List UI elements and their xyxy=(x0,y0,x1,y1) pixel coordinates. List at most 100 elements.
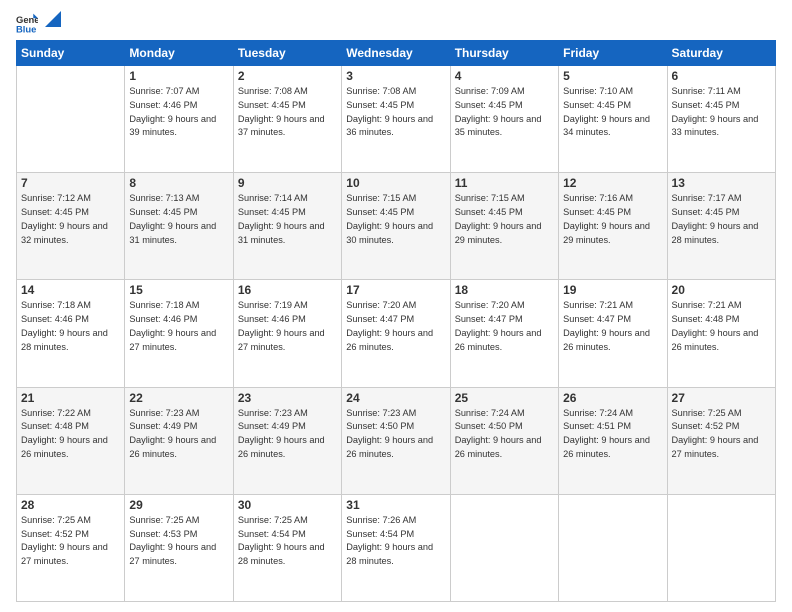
day-number: 8 xyxy=(129,176,228,190)
calendar-week-row: 28 Sunrise: 7:25 AMSunset: 4:52 PMDayligh… xyxy=(17,494,776,601)
calendar-header-sunday: Sunday xyxy=(17,41,125,66)
calendar-header-thursday: Thursday xyxy=(450,41,558,66)
day-info: Sunrise: 7:07 AMSunset: 4:46 PMDaylight:… xyxy=(129,85,228,140)
day-number: 20 xyxy=(672,283,771,297)
page: General Blue SundayMondayTuesdayWednesda… xyxy=(0,0,792,612)
day-number: 26 xyxy=(563,391,662,405)
day-number: 17 xyxy=(346,283,445,297)
calendar-cell: 8Sunrise: 7:13 AMSunset: 4:45 PMDaylight… xyxy=(125,173,233,280)
calendar-cell: 29Sunrise: 7:25 AMSunset: 4:53 PMDayligh… xyxy=(125,494,233,601)
day-info: Sunrise: 7:15 AMSunset: 4:45 PMDaylight:… xyxy=(346,192,445,247)
day-number: 27 xyxy=(672,391,771,405)
day-number: 12 xyxy=(563,176,662,190)
calendar-cell: 1 Sunrise: 7:07 AMSunset: 4:46 PMDaylight… xyxy=(125,66,233,173)
calendar-cell: 7 Sunrise: 7:12 AMSunset: 4:45 PMDaylight… xyxy=(17,173,125,280)
day-number: 28 xyxy=(21,498,120,512)
day-number: 11 xyxy=(455,176,554,190)
day-info: Sunrise: 7:18 AMSunset: 4:46 PMDaylight:… xyxy=(21,299,120,354)
calendar-cell: 24 Sunrise: 7:23 AMSunset: 4:50 PMDayligh… xyxy=(342,387,450,494)
logo: General Blue xyxy=(16,12,61,34)
calendar-cell: 11 Sunrise: 7:15 AMSunset: 4:45 PMDayligh… xyxy=(450,173,558,280)
calendar-cell: 20 Sunrise: 7:21 AMSunset: 4:48 PMDayligh… xyxy=(667,280,775,387)
day-number: 19 xyxy=(563,283,662,297)
day-info: Sunrise: 7:11 AMSunset: 4:45 PMDaylight:… xyxy=(672,85,771,140)
calendar-cell: 9 Sunrise: 7:14 AMSunset: 4:45 PMDaylight… xyxy=(233,173,341,280)
day-info: Sunrise: 7:25 AMSunset: 4:53 PMDaylight:… xyxy=(129,514,228,569)
calendar-cell xyxy=(450,494,558,601)
day-info: Sunrise: 7:20 AMSunset: 4:47 PMDaylight:… xyxy=(346,299,445,354)
day-number: 2 xyxy=(238,69,337,83)
calendar-week-row: 14 Sunrise: 7:18 AMSunset: 4:46 PMDayligh… xyxy=(17,280,776,387)
day-info: Sunrise: 7:08 AMSunset: 4:45 PMDaylight:… xyxy=(346,85,445,140)
day-info: Sunrise: 7:18 AMSunset: 4:46 PMDaylight:… xyxy=(129,299,228,354)
calendar-cell: 22Sunrise: 7:23 AMSunset: 4:49 PMDayligh… xyxy=(125,387,233,494)
day-info: Sunrise: 7:24 AMSunset: 4:50 PMDaylight:… xyxy=(455,407,554,462)
calendar-table: SundayMondayTuesdayWednesdayThursdayFrid… xyxy=(16,40,776,602)
day-info: Sunrise: 7:10 AMSunset: 4:45 PMDaylight:… xyxy=(563,85,662,140)
header: General Blue xyxy=(16,12,776,34)
calendar-cell: 4 Sunrise: 7:09 AMSunset: 4:45 PMDaylight… xyxy=(450,66,558,173)
day-number: 23 xyxy=(238,391,337,405)
calendar-cell: 18 Sunrise: 7:20 AMSunset: 4:47 PMDayligh… xyxy=(450,280,558,387)
day-info: Sunrise: 7:17 AMSunset: 4:45 PMDaylight:… xyxy=(672,192,771,247)
day-info: Sunrise: 7:25 AMSunset: 4:54 PMDaylight:… xyxy=(238,514,337,569)
day-number: 18 xyxy=(455,283,554,297)
calendar-cell: 21 Sunrise: 7:22 AMSunset: 4:48 PMDayligh… xyxy=(17,387,125,494)
day-info: Sunrise: 7:19 AMSunset: 4:46 PMDaylight:… xyxy=(238,299,337,354)
day-info: Sunrise: 7:21 AMSunset: 4:48 PMDaylight:… xyxy=(672,299,771,354)
calendar-cell: 16 Sunrise: 7:19 AMSunset: 4:46 PMDayligh… xyxy=(233,280,341,387)
calendar-cell: 12Sunrise: 7:16 AMSunset: 4:45 PMDayligh… xyxy=(559,173,667,280)
day-number: 24 xyxy=(346,391,445,405)
day-info: Sunrise: 7:15 AMSunset: 4:45 PMDaylight:… xyxy=(455,192,554,247)
calendar-cell: 13 Sunrise: 7:17 AMSunset: 4:45 PMDayligh… xyxy=(667,173,775,280)
calendar-week-row: 1 Sunrise: 7:07 AMSunset: 4:46 PMDaylight… xyxy=(17,66,776,173)
calendar-header-wednesday: Wednesday xyxy=(342,41,450,66)
day-info: Sunrise: 7:22 AMSunset: 4:48 PMDaylight:… xyxy=(21,407,120,462)
day-number: 15 xyxy=(129,283,228,297)
calendar-header-monday: Monday xyxy=(125,41,233,66)
calendar-cell: 25 Sunrise: 7:24 AMSunset: 4:50 PMDayligh… xyxy=(450,387,558,494)
calendar-cell xyxy=(667,494,775,601)
day-number: 21 xyxy=(21,391,120,405)
calendar-cell: 5 Sunrise: 7:10 AMSunset: 4:45 PMDaylight… xyxy=(559,66,667,173)
calendar-cell: 10 Sunrise: 7:15 AMSunset: 4:45 PMDayligh… xyxy=(342,173,450,280)
day-number: 10 xyxy=(346,176,445,190)
day-number: 7 xyxy=(21,176,120,190)
logo-icon: General Blue xyxy=(16,12,38,34)
day-number: 6 xyxy=(672,69,771,83)
day-number: 16 xyxy=(238,283,337,297)
day-number: 5 xyxy=(563,69,662,83)
day-info: Sunrise: 7:23 AMSunset: 4:50 PMDaylight:… xyxy=(346,407,445,462)
day-number: 4 xyxy=(455,69,554,83)
day-number: 22 xyxy=(129,391,228,405)
day-info: Sunrise: 7:21 AMSunset: 4:47 PMDaylight:… xyxy=(563,299,662,354)
calendar-cell: 14 Sunrise: 7:18 AMSunset: 4:46 PMDayligh… xyxy=(17,280,125,387)
day-info: Sunrise: 7:25 AMSunset: 4:52 PMDaylight:… xyxy=(21,514,120,569)
calendar-cell: 27Sunrise: 7:25 AMSunset: 4:52 PMDayligh… xyxy=(667,387,775,494)
day-number: 25 xyxy=(455,391,554,405)
day-number: 9 xyxy=(238,176,337,190)
calendar-cell: 17 Sunrise: 7:20 AMSunset: 4:47 PMDayligh… xyxy=(342,280,450,387)
day-number: 13 xyxy=(672,176,771,190)
day-info: Sunrise: 7:20 AMSunset: 4:47 PMDaylight:… xyxy=(455,299,554,354)
calendar-cell: 26Sunrise: 7:24 AMSunset: 4:51 PMDayligh… xyxy=(559,387,667,494)
day-number: 1 xyxy=(129,69,228,83)
calendar-header-saturday: Saturday xyxy=(667,41,775,66)
calendar-header-row: SundayMondayTuesdayWednesdayThursdayFrid… xyxy=(17,41,776,66)
calendar-week-row: 7 Sunrise: 7:12 AMSunset: 4:45 PMDaylight… xyxy=(17,173,776,280)
calendar-cell: 15 Sunrise: 7:18 AMSunset: 4:46 PMDayligh… xyxy=(125,280,233,387)
day-number: 14 xyxy=(21,283,120,297)
svg-text:Blue: Blue xyxy=(16,23,36,34)
day-info: Sunrise: 7:12 AMSunset: 4:45 PMDaylight:… xyxy=(21,192,120,247)
day-info: Sunrise: 7:23 AMSunset: 4:49 PMDaylight:… xyxy=(238,407,337,462)
calendar-cell: 6 Sunrise: 7:11 AMSunset: 4:45 PMDaylight… xyxy=(667,66,775,173)
day-info: Sunrise: 7:14 AMSunset: 4:45 PMDaylight:… xyxy=(238,192,337,247)
calendar-header-friday: Friday xyxy=(559,41,667,66)
calendar-cell: 19 Sunrise: 7:21 AMSunset: 4:47 PMDayligh… xyxy=(559,280,667,387)
day-info: Sunrise: 7:09 AMSunset: 4:45 PMDaylight:… xyxy=(455,85,554,140)
calendar-week-row: 21 Sunrise: 7:22 AMSunset: 4:48 PMDayligh… xyxy=(17,387,776,494)
day-info: Sunrise: 7:26 AMSunset: 4:54 PMDaylight:… xyxy=(346,514,445,569)
logo-triangle-icon xyxy=(45,11,61,27)
day-number: 3 xyxy=(346,69,445,83)
day-number: 30 xyxy=(238,498,337,512)
